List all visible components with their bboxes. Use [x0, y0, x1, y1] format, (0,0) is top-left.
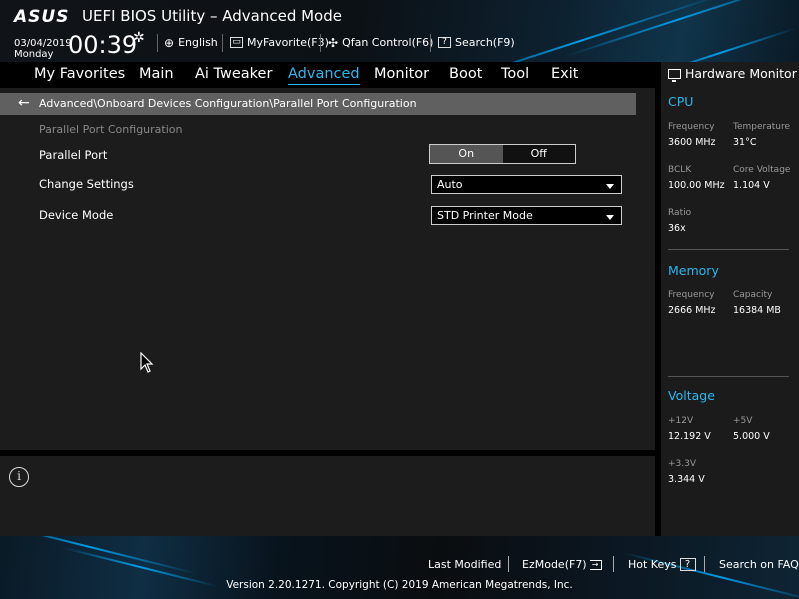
- hot-keys-label: Hot Keys: [628, 558, 677, 571]
- bclk-value: 100.00 MHz: [668, 180, 725, 191]
- date-text: 03/04/2019: [14, 38, 72, 49]
- search-label: Search(F9): [455, 36, 515, 49]
- memory-capacity-value: 16384 MB: [733, 305, 781, 316]
- ratio-value: 36x: [668, 223, 686, 234]
- app-title: UEFI BIOS Utility – Advanced Mode: [82, 7, 342, 25]
- tab-tool[interactable]: Tool: [501, 66, 529, 82]
- search-icon: ?: [438, 37, 451, 48]
- tab-advanced[interactable]: Advanced: [288, 66, 360, 85]
- footer-divider: [508, 556, 509, 572]
- footer-divider: [613, 556, 614, 572]
- parallel-port-toggle[interactable]: On Off: [429, 144, 576, 164]
- help-icon: ?: [679, 558, 696, 571]
- asus-logo: ASUS: [14, 7, 70, 27]
- day-text: Monday: [14, 49, 54, 60]
- parallel-port-label: Parallel Port: [39, 148, 108, 162]
- cpu-temperature-label: Temperature: [733, 122, 791, 132]
- toolbar-divider: [430, 34, 431, 52]
- toggle-on-option[interactable]: On: [430, 145, 503, 163]
- section-divider: [668, 376, 789, 377]
- help-panel: i: [0, 456, 655, 536]
- change-settings-dropdown[interactable]: Auto: [431, 175, 622, 194]
- back-arrow-icon[interactable]: ←: [18, 95, 30, 111]
- device-mode-value: STD Printer Mode: [437, 209, 533, 222]
- info-icon: i: [9, 467, 29, 487]
- last-modified-button[interactable]: Last Modified: [428, 558, 501, 571]
- v12-label: +12V: [668, 416, 694, 426]
- favorite-icon: ▭: [230, 37, 243, 48]
- memory-frequency-label: Frequency: [668, 290, 715, 300]
- ezmode-label: EzMode(F7): [522, 558, 587, 571]
- gear-icon[interactable]: ✲: [133, 30, 145, 46]
- cpu-frequency-label: Frequency: [668, 122, 715, 132]
- memory-frequency-value: 2666 MHz: [668, 305, 716, 316]
- chevron-down-icon: [606, 184, 614, 189]
- monitor-icon: [668, 68, 681, 82]
- breadcrumb-path: Advanced\Onboard Devices Configuration\P…: [39, 97, 417, 110]
- hardware-monitor-title: Hardware Monitor: [668, 66, 797, 82]
- cpu-temperature-value: 31°C: [733, 137, 757, 148]
- tab-monitor[interactable]: Monitor: [374, 66, 429, 82]
- cpu-heading: CPU: [668, 94, 694, 109]
- decor-streak: [643, 27, 797, 62]
- v5-label: +5V: [733, 416, 753, 426]
- ratio-label: Ratio: [668, 208, 692, 218]
- device-mode-dropdown[interactable]: STD Printer Mode: [431, 206, 622, 225]
- hot-keys-button[interactable]: Hot Keys ?: [628, 558, 696, 571]
- myfavorite-button[interactable]: ▭ MyFavorite(F3): [230, 36, 329, 49]
- bclk-label: BCLK: [668, 165, 692, 175]
- decor-streak: [437, 0, 723, 62]
- qfan-label: Qfan Control(F6): [342, 36, 434, 49]
- search-button[interactable]: ? Search(F9): [438, 36, 515, 49]
- section-divider: [668, 249, 789, 250]
- voltage-heading: Voltage: [668, 388, 715, 403]
- footer-bar: Last Modified EzMode(F7) → Hot Keys ? Se…: [0, 536, 799, 599]
- exit-icon: →: [589, 559, 602, 570]
- main-menu-tabs: My Favorites Main Ai Tweaker Advanced Mo…: [0, 62, 655, 88]
- mouse-cursor-icon: [140, 352, 154, 373]
- qfan-control-button[interactable]: ✣ Qfan Control(F6): [328, 36, 433, 49]
- version-text: Version 2.20.1271. Copyright (C) 2019 Am…: [226, 579, 573, 591]
- language-button[interactable]: ⊕ English: [164, 36, 218, 49]
- v5-value: 5.000 V: [733, 431, 770, 442]
- tab-main[interactable]: Main: [139, 66, 174, 82]
- chevron-down-icon: [606, 215, 614, 220]
- search-faq-button[interactable]: Search on FAQ: [719, 558, 799, 571]
- tab-my-favorites[interactable]: My Favorites: [34, 66, 125, 82]
- search-faq-label: Search on FAQ: [719, 558, 799, 571]
- clock-display: 00:39: [68, 31, 138, 59]
- myfavorite-label: MyFavorite(F3): [247, 36, 329, 49]
- device-mode-label: Device Mode: [39, 208, 114, 222]
- tab-boot[interactable]: Boot: [449, 66, 482, 82]
- change-settings-label: Change Settings: [39, 177, 134, 191]
- hardware-monitor-panel: Hardware Monitor CPU Frequency Temperatu…: [655, 62, 799, 536]
- memory-capacity-label: Capacity: [733, 290, 773, 300]
- toggle-off-option[interactable]: Off: [503, 145, 576, 163]
- memory-heading: Memory: [668, 263, 719, 278]
- v33-value: 3.344 V: [668, 474, 705, 485]
- core-voltage-value: 1.104 V: [733, 180, 770, 191]
- v33-label: +3.3V: [668, 459, 697, 469]
- breadcrumb: ← Advanced\Onboard Devices Configuration…: [0, 93, 636, 115]
- language-label: English: [178, 36, 218, 49]
- tab-exit[interactable]: Exit: [551, 66, 578, 82]
- settings-panel: ← Advanced\Onboard Devices Configuration…: [0, 88, 655, 450]
- fan-icon: ✣: [328, 35, 339, 50]
- tab-ai-tweaker[interactable]: Ai Tweaker: [195, 66, 272, 82]
- ezmode-button[interactable]: EzMode(F7) →: [522, 558, 602, 571]
- date-display: 03/04/2019 Monday: [14, 38, 72, 60]
- core-voltage-label: Core Voltage: [733, 165, 791, 175]
- hardware-monitor-label: Hardware Monitor: [685, 66, 797, 81]
- v12-value: 12.192 V: [668, 431, 711, 442]
- change-settings-value: Auto: [437, 178, 463, 191]
- toolbar-divider: [320, 34, 321, 52]
- globe-icon: ⊕: [164, 35, 175, 50]
- cpu-frequency-value: 3600 MHz: [668, 137, 716, 148]
- section-title: Parallel Port Configuration: [39, 123, 183, 136]
- header-bar: ASUS UEFI BIOS Utility – Advanced Mode 0…: [0, 0, 799, 62]
- toolbar-divider: [157, 34, 158, 52]
- last-modified-label: Last Modified: [428, 558, 502, 571]
- toolbar-divider: [222, 34, 223, 52]
- footer-divider: [704, 556, 705, 572]
